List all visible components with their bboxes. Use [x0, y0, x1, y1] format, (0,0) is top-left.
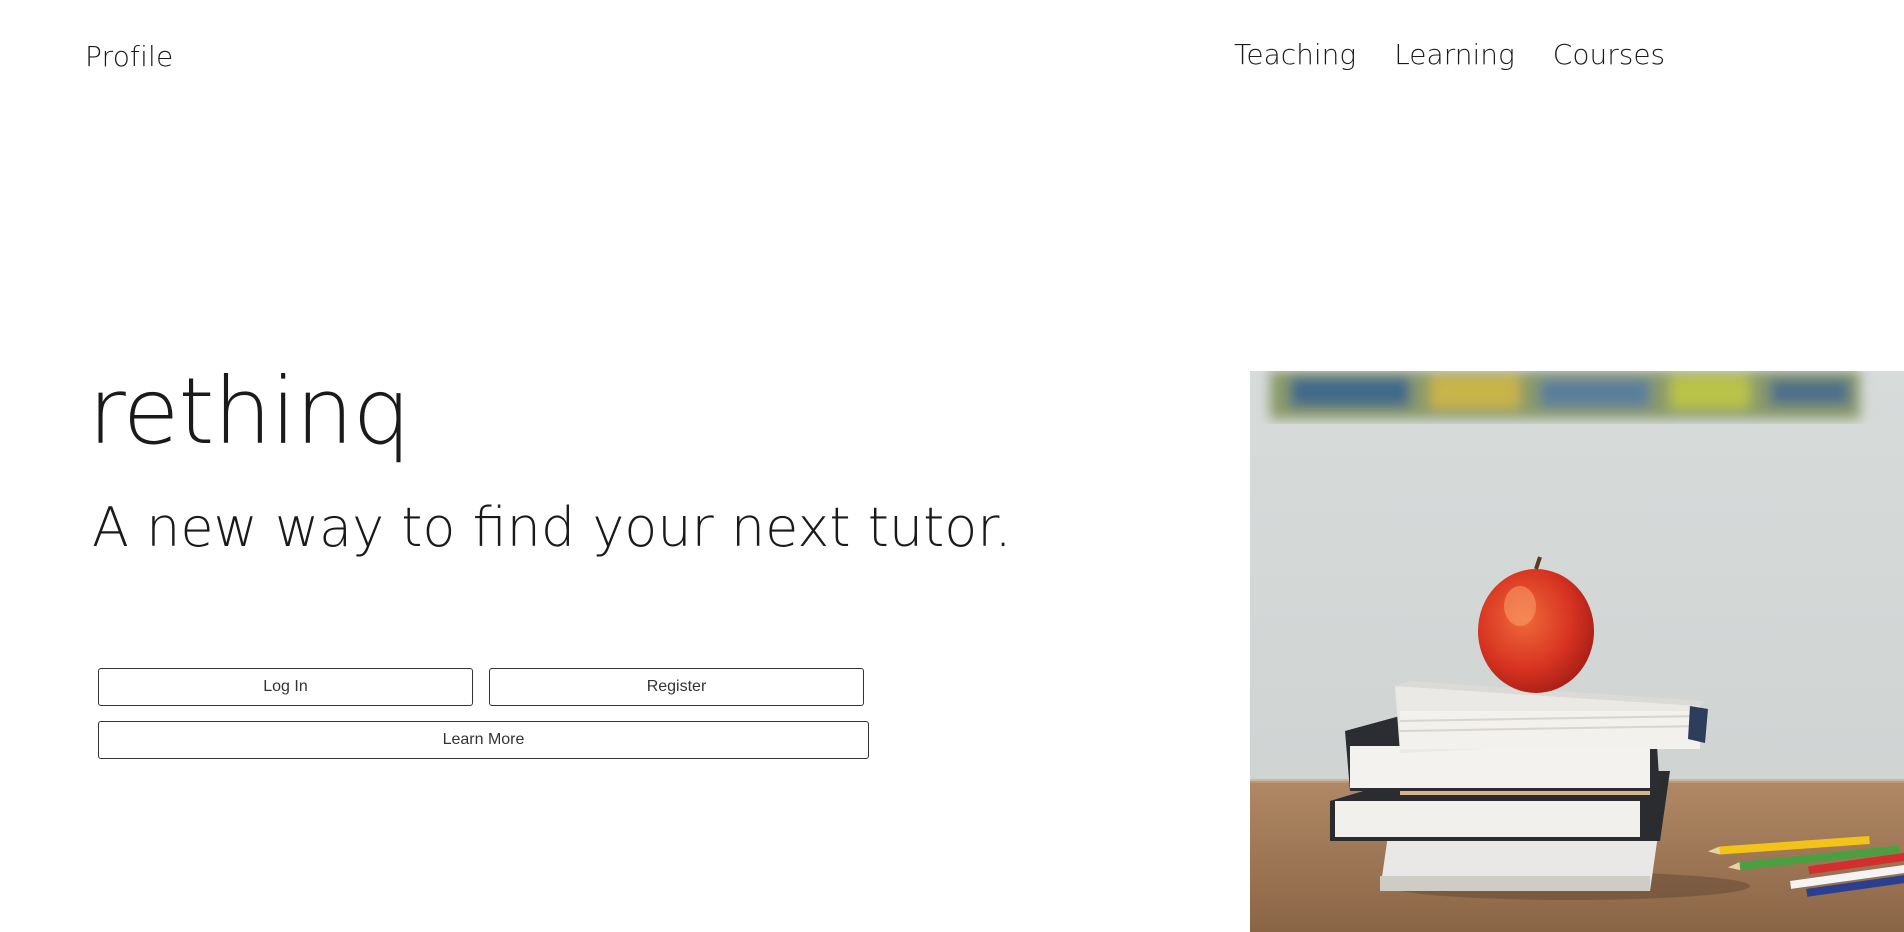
apple-books-illustration: [1250, 371, 1904, 932]
landing-page: Profile Teaching Learning Courses rethin…: [0, 0, 1904, 932]
hero-tagline: A new way to find your next tutor.: [92, 496, 1012, 559]
login-button[interactable]: Log In: [98, 668, 473, 706]
nav-teaching[interactable]: Teaching: [1234, 38, 1356, 71]
top-nav: Teaching Learning Courses: [1234, 38, 1665, 71]
brand-title: rethinq: [88, 358, 411, 465]
nav-courses[interactable]: Courses: [1553, 38, 1665, 71]
register-button[interactable]: Register: [489, 668, 864, 706]
nav-learning[interactable]: Learning: [1394, 38, 1515, 71]
hero-image: [1250, 371, 1904, 932]
profile-link[interactable]: Profile: [85, 40, 173, 73]
learn-more-button[interactable]: Learn More: [98, 721, 869, 759]
